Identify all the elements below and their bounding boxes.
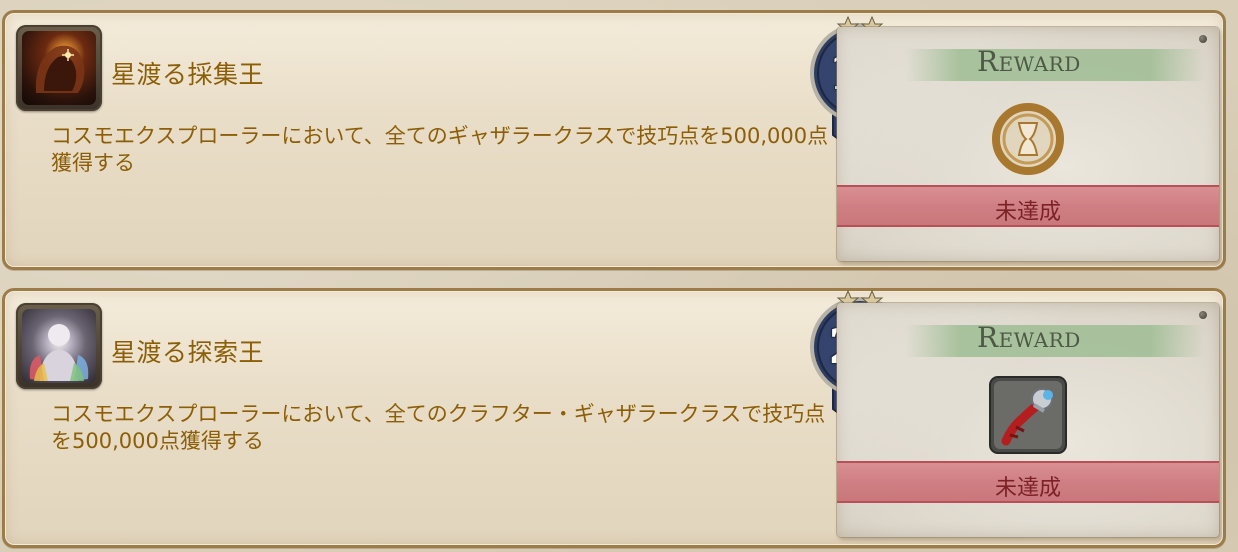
reward-label: Reward bbox=[977, 45, 1081, 78]
status-bar: 未達成 bbox=[837, 185, 1219, 227]
gatherer-helmet-icon bbox=[22, 31, 96, 105]
achievement-icon-frame bbox=[16, 303, 102, 389]
achievement-title: 星渡る探索王 bbox=[111, 338, 265, 367]
title-emblem-icon[interactable] bbox=[988, 99, 1068, 179]
pin-icon bbox=[1199, 311, 1207, 319]
reward-card: Reward 未達成 bbox=[837, 303, 1219, 537]
status-text: 未達成 bbox=[994, 200, 1061, 225]
reward-card: Reward 未達成 bbox=[837, 27, 1219, 261]
achievement-icon-frame bbox=[16, 25, 102, 111]
achievement-card[interactable]: 星渡る採集王 コスモエクスプローラーにおいて、全てのギャザラークラスで技巧点を5… bbox=[2, 10, 1226, 270]
achievement-description: コスモエクスプローラーにおいて、全てのクラフター・ギャザラークラスで技巧点を50… bbox=[51, 402, 826, 453]
status-text: 未達成 bbox=[994, 476, 1061, 501]
achievement-card[interactable]: 星渡る探索王 コスモエクスプローラーにおいて、全てのクラフター・ギャザラークラス… bbox=[2, 288, 1226, 548]
achievement-title: 星渡る採集王 bbox=[111, 60, 265, 89]
status-bar: 未達成 bbox=[837, 461, 1219, 503]
achievement-list: 星渡る採集王 コスモエクスプローラーにおいて、全てのギャザラークラスで技巧点を5… bbox=[0, 0, 1238, 552]
achievement-description: コスモエクスプローラーにおいて、全てのギャザラークラスで技巧点を500,000点… bbox=[51, 124, 829, 175]
mount-whistle-item-icon[interactable] bbox=[988, 375, 1068, 455]
pin-icon bbox=[1199, 35, 1207, 43]
reward-label: Reward bbox=[977, 321, 1081, 354]
explorer-figure-icon bbox=[22, 309, 96, 383]
